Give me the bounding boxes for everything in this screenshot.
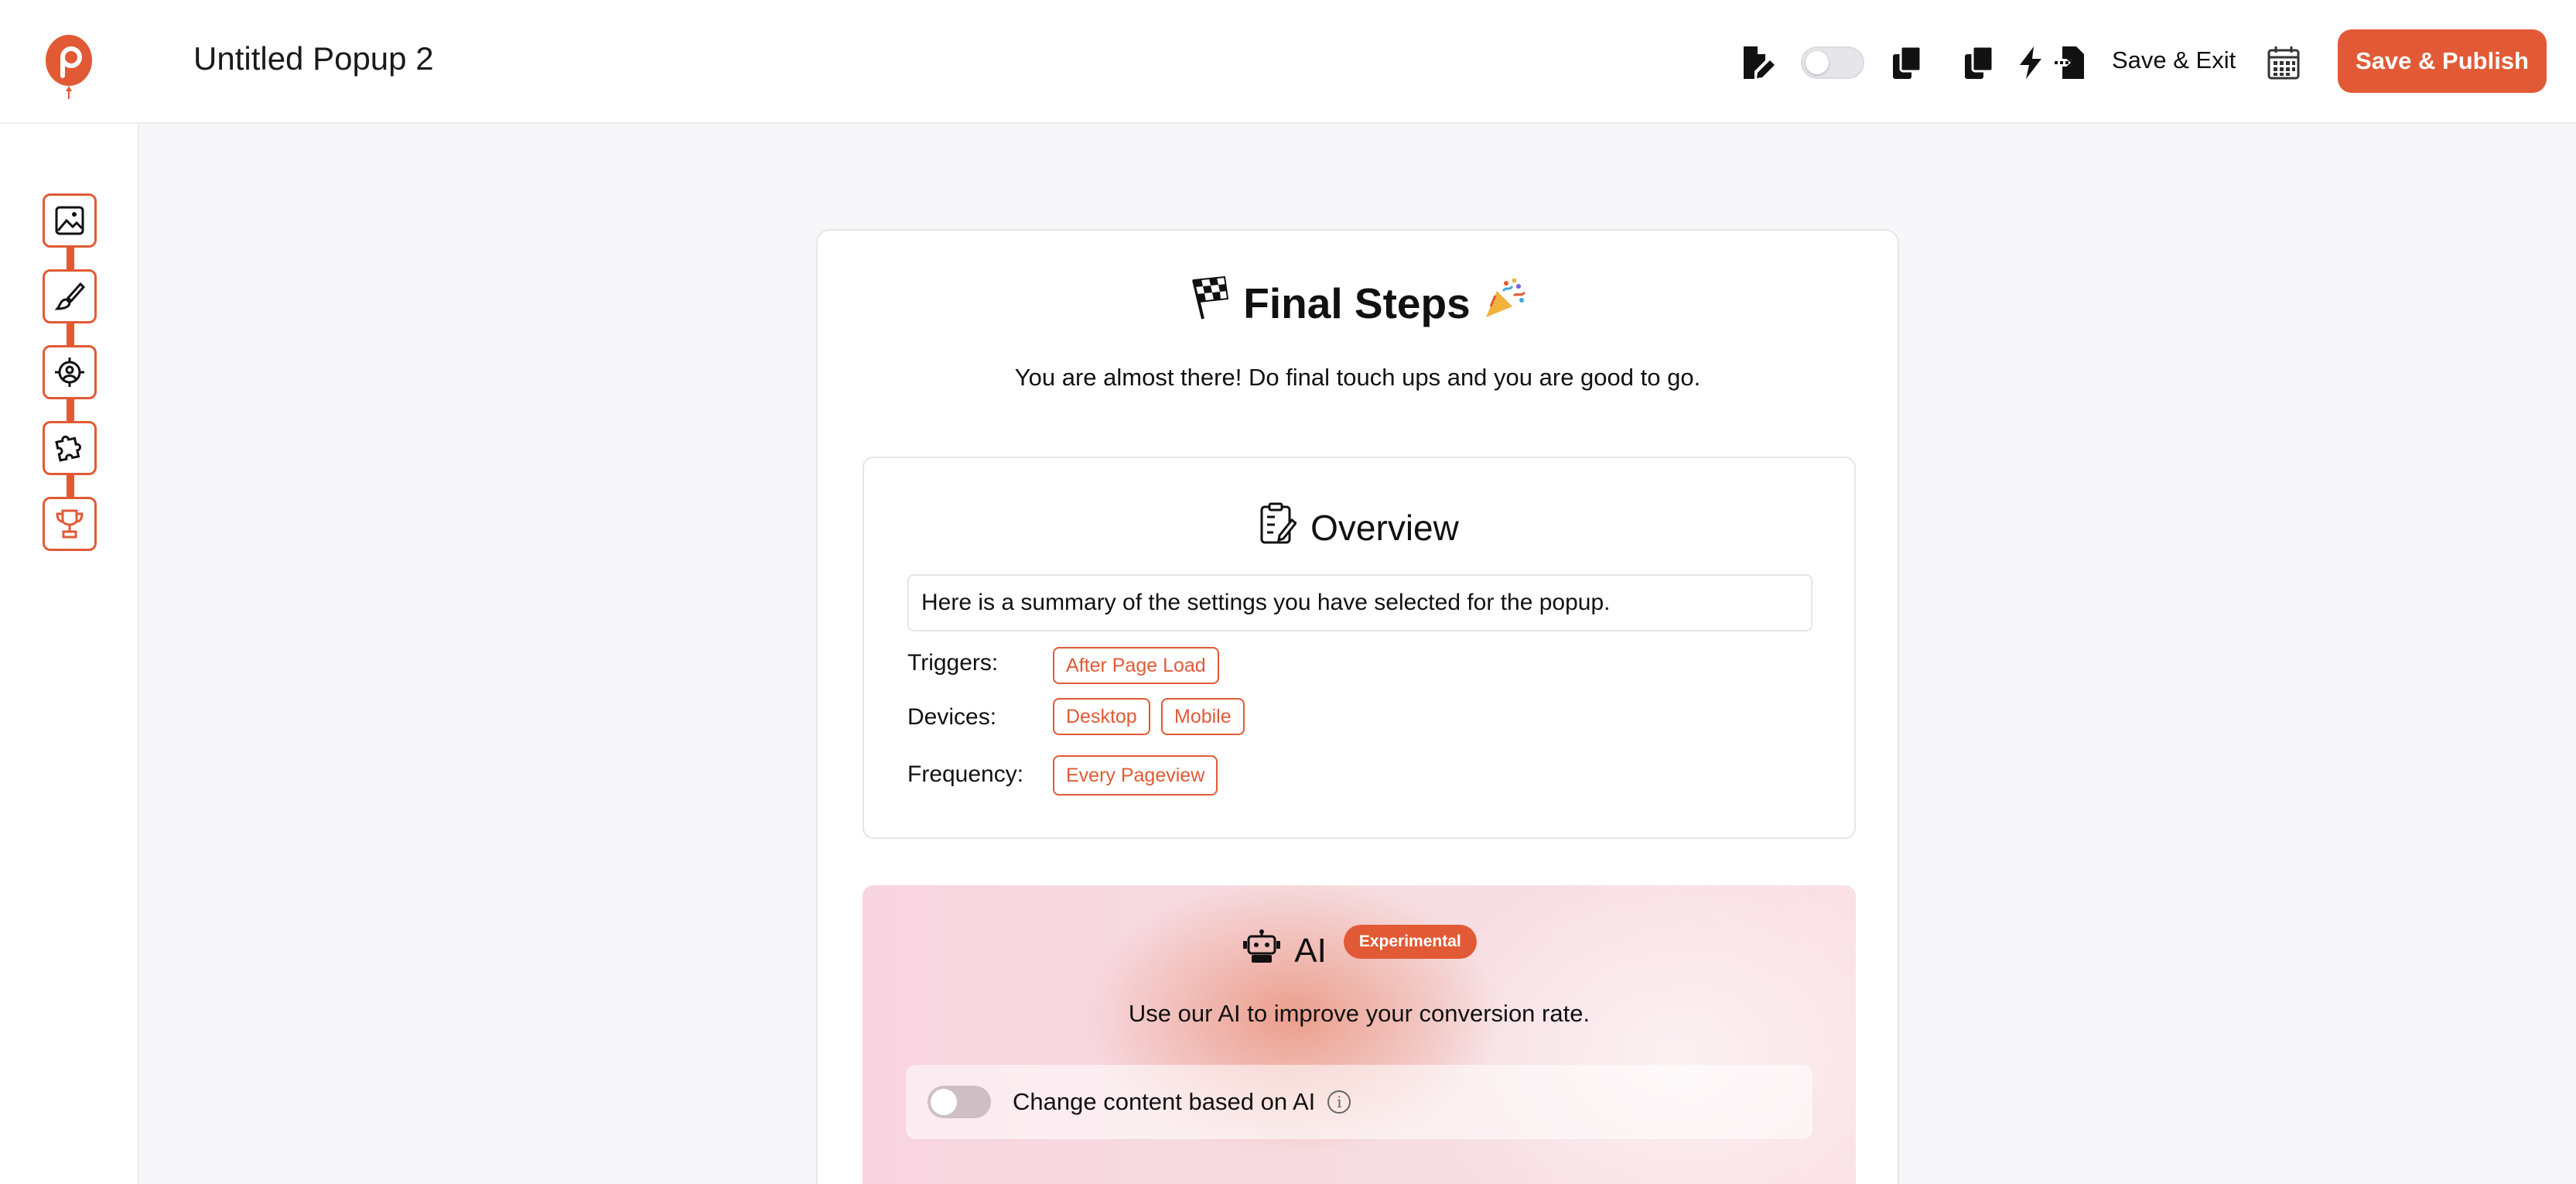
- copy-icon[interactable]: [1888, 43, 1926, 82]
- final-steps-heading: Final Steps: [818, 275, 1898, 330]
- toggle-knob: [931, 1089, 957, 1115]
- file-import-icon[interactable]: [2052, 43, 2090, 82]
- popup-title[interactable]: Untitled Popup 2: [193, 40, 434, 77]
- overview-panel: Overview Here is a summary of the settin…: [863, 457, 1856, 839]
- puzzle-icon: [55, 435, 81, 462]
- save-publish-button[interactable]: Save & Publish: [2338, 29, 2547, 93]
- ai-subtitle: Use our AI to improve your conversion ra…: [1128, 1000, 1590, 1027]
- ai-title: AI: [1294, 931, 1327, 970]
- ai-content-toggle[interactable]: [928, 1086, 991, 1118]
- overview-heading: Overview: [864, 501, 1854, 553]
- info-icon[interactable]: i: [1327, 1090, 1351, 1114]
- frequency-tag[interactable]: Every Pageview: [1053, 755, 1218, 796]
- edit-file-icon[interactable]: [1739, 43, 1778, 82]
- step-design[interactable]: [43, 269, 97, 323]
- experimental-badge: Experimental: [1343, 924, 1477, 959]
- save-exit-button[interactable]: Save & Exit: [2112, 46, 2236, 74]
- trophy-icon: [56, 509, 84, 539]
- step-image[interactable]: [43, 193, 97, 248]
- overview-title: Overview: [1310, 507, 1459, 548]
- image-icon: [55, 206, 84, 235]
- robot-icon: [1242, 929, 1282, 973]
- step-integrations[interactable]: [43, 421, 97, 475]
- ai-panel: AI Experimental Use our AI to improve yo…: [863, 885, 1856, 1184]
- device-tag-mobile[interactable]: Mobile: [1161, 698, 1245, 735]
- target-icon: [55, 358, 84, 387]
- ai-toggle-label: Change content based on AI: [1013, 1088, 1316, 1115]
- duplicate-icon[interactable]: [1959, 43, 1998, 82]
- calendar-icon[interactable]: [2264, 43, 2303, 82]
- triggers-label: Triggers:: [907, 650, 999, 676]
- summary-text: Here is a summary of the settings you ha…: [907, 574, 1812, 631]
- final-steps-subtitle: You are almost there! Do final touch ups…: [1014, 364, 1701, 391]
- top-bar: Untitled Popup 2 Save & Exit Save & Publ…: [0, 0, 2576, 124]
- logo-icon[interactable]: [45, 34, 93, 99]
- party-popper-icon: [1483, 275, 1528, 330]
- lightning-icon[interactable]: [2011, 43, 2050, 82]
- ai-content-setting: Change content based on AI i: [906, 1065, 1812, 1139]
- brush-icon: [54, 282, 85, 310]
- devices-label: Devices:: [907, 704, 997, 730]
- final-steps-title: Final Steps: [1243, 279, 1471, 327]
- device-tag-desktop[interactable]: Desktop: [1053, 698, 1150, 735]
- final-steps-card: Final Steps You are almost there! Do fin…: [816, 229, 1899, 1184]
- frequency-label: Frequency:: [907, 761, 1024, 787]
- ai-heading: AI Experimental: [863, 924, 1856, 973]
- step-targeting[interactable]: [43, 345, 97, 399]
- trigger-tag[interactable]: After Page Load: [1053, 647, 1219, 684]
- toggle-knob: [1806, 51, 1829, 74]
- toolbar-toggle[interactable]: [1801, 46, 1864, 79]
- checkered-flag-icon: [1187, 275, 1231, 330]
- clipboard-icon: [1259, 501, 1298, 553]
- step-final[interactable]: [43, 497, 97, 551]
